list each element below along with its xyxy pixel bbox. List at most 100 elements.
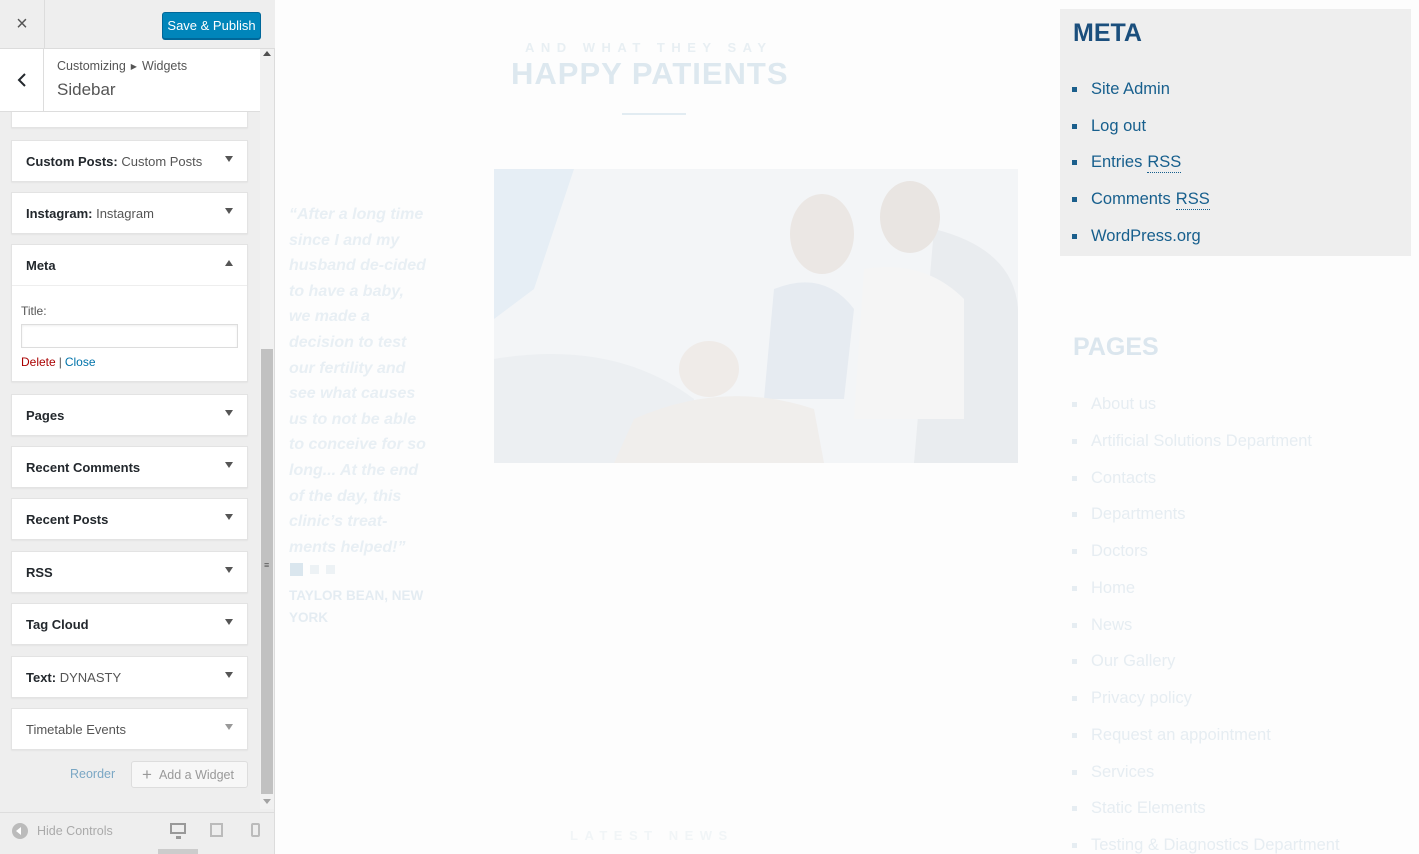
meta-link-wordpress-org[interactable]: WordPress.org: [1072, 227, 1210, 264]
collapse-icon: [12, 823, 28, 839]
widget-title: Text: DYNASTY: [26, 670, 122, 685]
back-button[interactable]: [0, 49, 44, 111]
customizer-panel: × Save & Publish Customizing ▶ Widgets Sid…: [0, 0, 275, 854]
scrollbar-thumb[interactable]: ≡: [261, 349, 273, 794]
scroll-up-arrow-icon[interactable]: [263, 51, 271, 56]
bullet-icon: [1072, 512, 1077, 518]
save-publish-button[interactable]: Save & Publish: [162, 12, 261, 39]
widget-item-recent-posts[interactable]: Recent Posts: [11, 498, 248, 540]
bullet-icon: [1072, 233, 1077, 239]
expand-arrow-icon[interactable]: [225, 724, 233, 730]
meta-link-log-out[interactable]: Log out: [1072, 117, 1210, 154]
page-link[interactable]: Doctors: [1072, 542, 1340, 579]
scroll-down-arrow-icon[interactable]: [263, 799, 271, 804]
page-link[interactable]: About us: [1072, 395, 1340, 432]
page-link[interactable]: Departments: [1072, 505, 1340, 542]
widget-item-text[interactable]: Text: DYNASTY: [11, 656, 248, 698]
bullet-icon: [1072, 123, 1077, 129]
slider-dot[interactable]: [310, 565, 319, 574]
bullet-icon: [1072, 622, 1077, 628]
meta-link-entries-rss[interactable]: Entries RSS: [1072, 153, 1210, 190]
latest-news-heading: LATEST NEWS: [570, 828, 734, 843]
bullet-icon: [1072, 843, 1077, 848]
section-eyebrow: AND WHAT THEY SAY: [525, 40, 773, 55]
desktop-preview-icon[interactable]: [170, 823, 186, 839]
close-link[interactable]: Close: [65, 355, 96, 369]
bullet-icon: [1072, 160, 1077, 166]
meta-link-comments-rss[interactable]: Comments RSS: [1072, 190, 1210, 227]
expand-arrow-icon[interactable]: [225, 514, 233, 520]
collapse-arrow-icon[interactable]: [225, 260, 233, 266]
scrollbar[interactable]: ≡: [260, 49, 274, 809]
page-link[interactable]: Testing & Diagnostics Department: [1072, 836, 1340, 854]
tablet-preview-icon[interactable]: [210, 823, 223, 837]
mobile-preview-icon[interactable]: [251, 823, 260, 837]
testimonial-quote: “After a long time since I and my husban…: [289, 206, 426, 556]
widget-item-tag-cloud[interactable]: Tag Cloud: [11, 603, 248, 645]
breadcrumb-item: Customizing: [57, 59, 126, 73]
expand-arrow-icon[interactable]: [225, 567, 233, 573]
page-link[interactable]: News: [1072, 616, 1340, 653]
delete-link[interactable]: Delete: [21, 355, 56, 369]
breadcrumb-item: Widgets: [141, 59, 188, 73]
section-title: Sidebar: [57, 80, 116, 99]
widget-item-rss[interactable]: RSS: [11, 551, 248, 593]
expand-arrow-icon[interactable]: [225, 410, 233, 416]
expand-arrow-icon[interactable]: [225, 156, 233, 162]
separator: |: [58, 355, 62, 369]
page-link[interactable]: Static Elements: [1072, 799, 1340, 836]
meta-widget: META Site Admin Log out Entries RSS Comme…: [1060, 9, 1411, 256]
meta-widget-title: META: [1073, 19, 1142, 47]
customizer-footer: Hide Controls: [0, 812, 274, 854]
widget-title: Recent Posts: [26, 512, 109, 527]
slider-dot[interactable]: [290, 563, 303, 576]
widget-item-meta[interactable]: Meta Title: Delete | Close: [11, 244, 248, 382]
close-customizer-button[interactable]: ×: [0, 0, 45, 49]
slider-dot[interactable]: [326, 565, 335, 574]
page-link[interactable]: Artificial Solutions Department: [1072, 432, 1340, 469]
widget-title: Tag Cloud: [26, 617, 89, 632]
widget-title: Custom Posts: Custom Posts: [26, 154, 203, 169]
bullet-icon: [1072, 197, 1077, 203]
hide-controls-label: Hide Controls: [37, 824, 113, 838]
bullet-icon: [1072, 696, 1077, 701]
page-link[interactable]: Services: [1072, 763, 1340, 800]
widget-item-custom-posts[interactable]: Custom Posts: Custom Posts: [11, 140, 248, 182]
add-widget-label: Add a Widget: [158, 767, 234, 782]
widget-title: Instagram: Instagram: [26, 206, 154, 221]
meta-widget-form: Title: Delete | Close: [12, 285, 247, 381]
expand-arrow-icon[interactable]: [225, 672, 233, 678]
customizer-topbar: × Save & Publish: [0, 0, 275, 49]
widget-item[interactable]: [11, 112, 248, 128]
title-input[interactable]: [21, 324, 238, 348]
widget-item-timetable-events[interactable]: Timetable Events: [11, 708, 248, 750]
title-divider: [622, 113, 686, 115]
page-link[interactable]: Request an appointment: [1072, 726, 1340, 763]
bullet-icon: [1072, 732, 1077, 738]
add-widget-button[interactable]: + Add a Widget: [131, 761, 248, 788]
breadcrumb: Customizing ▶ Widgets: [57, 59, 187, 73]
widget-title: RSS: [26, 565, 53, 580]
slider-dots: [290, 563, 335, 576]
expand-arrow-icon[interactable]: [225, 619, 233, 625]
page-link[interactable]: Our Gallery: [1072, 652, 1340, 689]
widget-item-recent-comments[interactable]: Recent Comments: [11, 446, 248, 488]
expand-arrow-icon[interactable]: [225, 208, 233, 214]
meta-link-site-admin[interactable]: Site Admin: [1072, 80, 1210, 117]
bullet-icon: [1072, 659, 1077, 665]
pages-links: About us Artificial Solutions Department…: [1072, 395, 1340, 854]
page-link[interactable]: Home: [1072, 579, 1340, 616]
bullet-icon: [1072, 585, 1077, 591]
family-photo: [494, 169, 1018, 463]
widget-item-pages[interactable]: Pages: [11, 394, 248, 436]
reorder-link[interactable]: Reorder: [70, 767, 115, 781]
hide-controls-button[interactable]: Hide Controls: [12, 823, 113, 839]
page-link[interactable]: Contacts: [1072, 469, 1340, 506]
site-preview: AND WHAT THEY SAY HAPPY PATIENTS “After …: [275, 0, 1419, 854]
widget-item-instagram[interactable]: Instagram: Instagram: [11, 192, 248, 234]
expand-arrow-icon[interactable]: [225, 462, 233, 468]
section-title: HAPPY PATIENTS: [511, 56, 789, 91]
page-link[interactable]: Privacy policy: [1072, 689, 1340, 726]
breadcrumb-separator-icon: ▶: [130, 62, 137, 71]
title-label: Title:: [21, 304, 47, 318]
